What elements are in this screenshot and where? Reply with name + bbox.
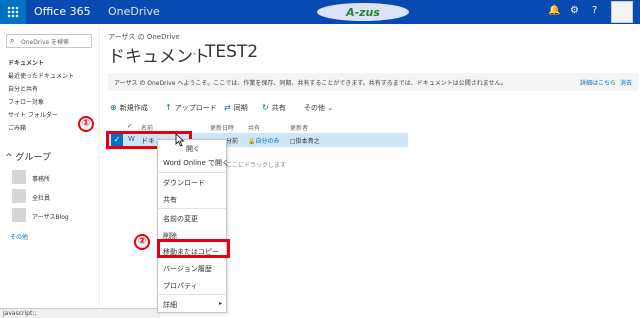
submenu-arrow-icon: ▸ (219, 300, 223, 307)
menu-divider (158, 294, 226, 295)
waffle-icon[interactable] (0, 0, 26, 24)
welcome-banner: アーザス の OneDrive へようこそ。ここでは、作業を保存、同期、共有する… (108, 73, 638, 91)
menu-item-details[interactable]: 詳細 (163, 300, 177, 310)
sync-label: 同期 (233, 104, 248, 112)
app-name[interactable]: OneDrive (108, 5, 160, 18)
gear-icon[interactable]: ⚙ (570, 5, 579, 16)
nav-item-shared-with-me[interactable]: 自分と共有 (8, 84, 38, 93)
bell-icon[interactable]: 🔔 (548, 5, 560, 16)
groups-header-label: グループ (15, 153, 51, 163)
step2-marker: ② (134, 234, 150, 250)
plus-icon: ⊕ (110, 103, 117, 112)
groups-more-link[interactable]: その他 (10, 232, 28, 241)
left-nav: ⌕ OneDrive を検索 ドキュメント 最近使ったドキュメント 自分と共有 … (0, 24, 100, 318)
sync-button[interactable]: ⇄ 同期 (224, 103, 248, 115)
breadcrumb[interactable]: アーザス の OneDrive (108, 32, 180, 42)
column-header-sharing[interactable]: 共有 (248, 123, 260, 132)
avatar[interactable] (611, 1, 633, 23)
menu-item-share[interactable]: 共有 (163, 195, 177, 205)
more-icon: ⌄ (325, 104, 334, 112)
sync-icon: ⇄ (224, 103, 231, 112)
new-button[interactable]: ⊕ 新規作成 (110, 103, 148, 115)
more-button[interactable]: その他 ⌄ (304, 103, 333, 115)
menu-item-properties[interactable]: プロパティ (163, 281, 198, 291)
banner-details-link[interactable]: 詳細はこちら (580, 78, 616, 87)
nav-item-documents[interactable]: ドキュメント (8, 58, 44, 67)
menu-item-download[interactable]: ダウンロード (163, 178, 205, 188)
company-logo: A-zus (317, 3, 409, 21)
menu-item-rename[interactable]: 名前の変更 (163, 214, 198, 224)
group-icon (12, 208, 26, 222)
step1-marker: ① (78, 116, 94, 132)
column-header-updated-by[interactable]: 更新者 (290, 123, 308, 132)
menu-divider (158, 208, 226, 209)
search-input[interactable]: ⌕ OneDrive を検索 (6, 34, 92, 48)
upload-button[interactable]: ↑ アップロード (165, 103, 217, 115)
help-icon[interactable]: ? (592, 5, 597, 16)
menu-item-version-history[interactable]: バージョン履歴 (163, 264, 212, 274)
nav-item-site-folders[interactable]: サイト フォルダー (8, 110, 58, 119)
file-modified: 分前 (226, 138, 239, 145)
column-header-modified[interactable]: 更新日時 (210, 123, 234, 132)
menu-item-open[interactable]: 開く (186, 144, 200, 154)
group-label: アーザスBlog (32, 214, 69, 221)
step2-highlight-box (157, 239, 230, 258)
context-menu: 開く Word Online で開く ダウンロード 共有 名前の変更 削除 移動… (157, 139, 229, 313)
share-icon: ↻ (262, 103, 269, 112)
upload-label: アップロード (174, 104, 217, 112)
banner-dismiss-link[interactable]: 消去 (620, 78, 632, 87)
search-placeholder: OneDrive を検索 (21, 39, 70, 46)
more-label: その他 (304, 104, 325, 112)
mouse-cursor-icon (175, 133, 185, 147)
upload-icon: ↑ (165, 103, 172, 112)
search-icon: ⌕ (10, 36, 15, 45)
file-sharing[interactable]: 🔒自分のみ (248, 136, 280, 145)
folder-title: TEST2 (205, 42, 259, 62)
nav-item-following[interactable]: フォロー対象 (8, 97, 44, 106)
banner-text: アーザス の OneDrive へようこそ。ここでは、作業を保存、同期、共有する… (114, 80, 507, 87)
breadcrumb-separator: › (193, 49, 197, 58)
brand-label[interactable]: Office 365 (34, 5, 91, 18)
group-icon (12, 170, 26, 184)
menu-item-open-in-word-online[interactable]: Word Online で開く (163, 158, 229, 168)
share-button[interactable]: ↻ 共有 (262, 103, 286, 115)
svg-text:A-zus: A-zus (345, 6, 380, 19)
nav-item-recycle-bin[interactable]: ごみ箱 (8, 123, 26, 132)
group-icon (12, 189, 26, 203)
new-label: 新規作成 (119, 104, 148, 112)
chevron-up-icon: ^ (5, 153, 13, 163)
file-updated-by-label: 掛本貴之 (295, 138, 320, 145)
groups-header[interactable]: ^ グループ (5, 150, 51, 163)
drop-hint: ここにドラッグします (226, 162, 287, 169)
menu-divider (158, 172, 226, 173)
suite-bar: Office 365 OneDrive A-zus 🔔 ⚙ ? (0, 0, 640, 24)
file-updated-by: □掛本貴之 (290, 136, 320, 145)
share-label: 共有 (271, 104, 286, 112)
status-url: javascript:; (0, 308, 160, 318)
group-label: 全社員 (32, 195, 51, 202)
group-label: 事務所 (32, 176, 51, 183)
select-all-check-icon[interactable]: ✓ (127, 122, 133, 130)
file-sharing-label: 自分のみ (255, 138, 280, 145)
nav-item-recent[interactable]: 最近使ったドキュメント (8, 71, 74, 80)
